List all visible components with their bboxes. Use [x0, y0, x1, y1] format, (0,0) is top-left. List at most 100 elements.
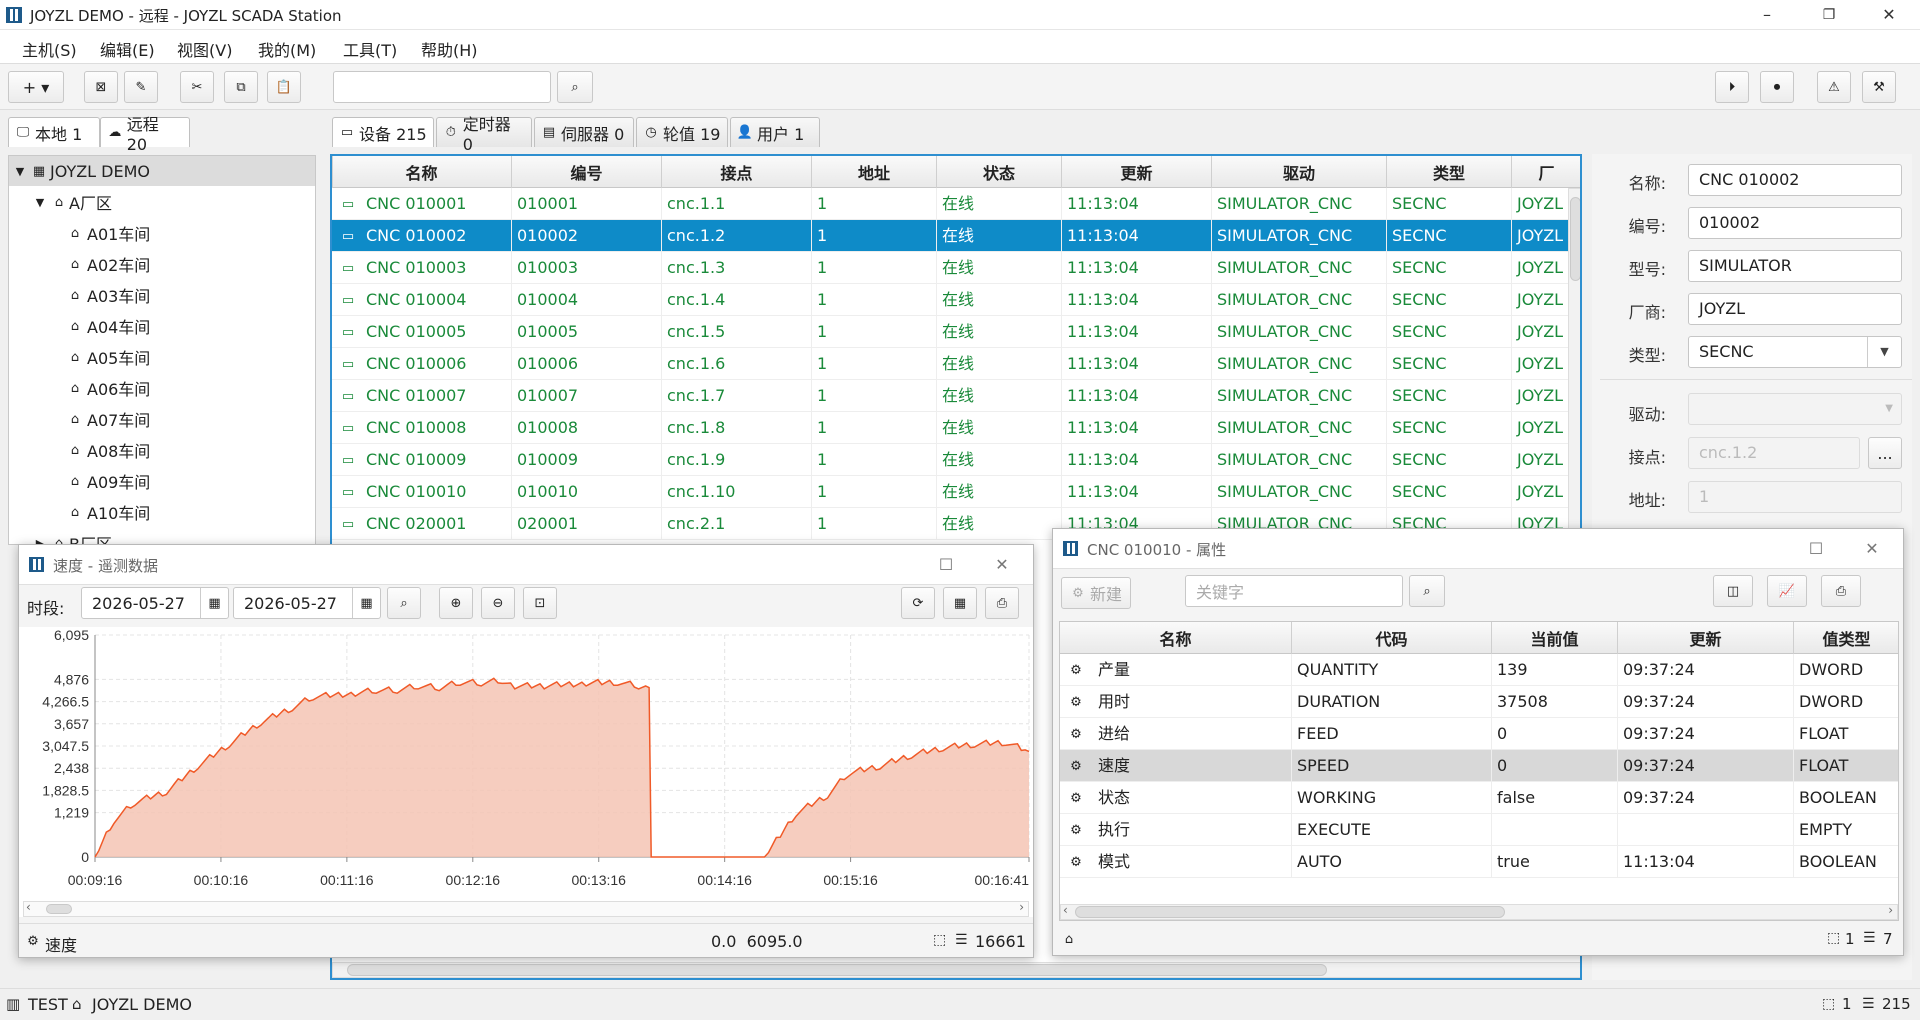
table-row[interactable]: CNC 010003 010003 cnc.1.3 1 在线 11:13:04 SIMULA…: [332, 252, 1568, 284]
close-button[interactable]: ✕: [1866, 0, 1912, 30]
menu-tools[interactable]: 工具(T): [343, 37, 397, 61]
menu-edit[interactable]: 编辑(E): [100, 37, 155, 61]
tree-workshop[interactable]: ⌂ A06车间: [9, 373, 315, 403]
zoom-in-button[interactable]: ⊕: [439, 587, 473, 619]
table-row[interactable]: CNC 010005 010005 cnc.1.5 1 在线 11:13:04 SIMULA…: [332, 316, 1568, 348]
alarm-button[interactable]: ⚠: [1817, 71, 1851, 103]
chart-button[interactable]: 📈: [1767, 575, 1807, 607]
expand-icon[interactable]: ▼: [29, 196, 51, 209]
maximize-button[interactable]: ❐: [1806, 0, 1852, 30]
tab-devices[interactable]: ▭ 设备 215: [332, 117, 434, 147]
tree-workshop[interactable]: ⌂ A01车间: [9, 218, 315, 248]
tree-workshop[interactable]: ⌂ A09车间: [9, 466, 315, 496]
table-row[interactable]: CNC 010007 010007 cnc.1.7 1 在线 11:13:04 SIMULA…: [332, 380, 1568, 412]
type-select[interactable]: SECNC ▼: [1688, 336, 1902, 368]
panel-button[interactable]: ◫: [1713, 575, 1753, 607]
delete-button[interactable]: ⊠: [84, 71, 118, 103]
tree-workshop[interactable]: ⌂ A08车间: [9, 435, 315, 465]
table-row[interactable]: 用时 DURATION 37508 09:37:24 DWORD ⚙: [1060, 686, 1898, 718]
tree-workshop[interactable]: ⌂ A02车间: [9, 249, 315, 279]
telemetry-titlebar[interactable]: 速度 - 遥测数据 ☐ ✕: [19, 545, 1033, 585]
scroll-right-icon[interactable]: ›: [1019, 900, 1024, 914]
maximize-button[interactable]: ☐: [931, 550, 961, 580]
add-button[interactable]: + ▾: [8, 71, 64, 103]
tree-workshop[interactable]: ⌂ A04车间: [9, 311, 315, 341]
table-view-button[interactable]: ▦: [943, 587, 977, 619]
column-header[interactable]: 接点: [662, 156, 812, 188]
column-header[interactable]: 驱动: [1212, 156, 1387, 188]
tree-area-a[interactable]: ▼ ⌂ A厂区: [9, 187, 315, 217]
column-header[interactable]: 编号: [512, 156, 662, 188]
vendor-field[interactable]: JOYZL: [1688, 293, 1902, 325]
name-field[interactable]: CNC 010002: [1688, 164, 1902, 196]
column-header[interactable]: 更新: [1618, 622, 1794, 654]
zoom-fit-button[interactable]: ⊡: [523, 587, 557, 619]
table-row[interactable]: CNC 010009 010009 cnc.1.9 1 在线 11:13:04 SIMULA…: [332, 444, 1568, 476]
table-row[interactable]: 执行 EXECUTE EMPTY ⚙: [1060, 814, 1898, 846]
column-header[interactable]: 代码: [1292, 622, 1492, 654]
close-button[interactable]: ✕: [987, 550, 1017, 580]
cut-button[interactable]: ✂: [180, 71, 214, 103]
tab-remote[interactable]: ☁ 远程 20: [100, 115, 190, 154]
stop-button[interactable]: ⏺: [1760, 71, 1794, 103]
column-header[interactable]: 名称: [1060, 622, 1292, 654]
dropdown-arrow-icon[interactable]: ▼: [1867, 337, 1901, 367]
date-to[interactable]: 2026-05-27 ▦: [233, 587, 381, 619]
node-browse-button[interactable]: ...: [1868, 437, 1902, 469]
scroll-thumb[interactable]: [46, 904, 72, 914]
refresh-button[interactable]: ⟳: [901, 587, 935, 619]
minimize-button[interactable]: –: [1744, 0, 1790, 30]
edit-button[interactable]: ✎: [124, 71, 158, 103]
scroll-thumb[interactable]: [1075, 906, 1505, 918]
menu-help[interactable]: 帮助(H): [421, 37, 478, 61]
code-field[interactable]: 010002: [1688, 207, 1902, 239]
expand-icon[interactable]: ▼: [9, 165, 31, 178]
date-from[interactable]: 2026-05-27 ▦: [81, 587, 229, 619]
table-row[interactable]: CNC 010006 010006 cnc.1.6 1 在线 11:13:04 SIMULA…: [332, 348, 1568, 380]
keyword-input[interactable]: 关键字: [1185, 575, 1403, 607]
menu-mine[interactable]: 我的(M): [258, 37, 316, 61]
calendar-icon[interactable]: ▦: [352, 588, 380, 618]
table-row[interactable]: CNC 010008 010008 cnc.1.8 1 在线 11:13:04 SIMULA…: [332, 412, 1568, 444]
export-button[interactable]: ⎙: [1821, 575, 1861, 607]
table-row[interactable]: CNC 010001 010001 cnc.1.1 1 在线 11:13:04 SIMULA…: [332, 188, 1568, 220]
tab-users[interactable]: 👤 用户 1: [730, 117, 820, 147]
tab-servers[interactable]: ▤ 伺服器 0: [534, 117, 634, 147]
tools-button[interactable]: ⚒: [1862, 71, 1896, 103]
tree-root[interactable]: ▼ ▦ JOYZL DEMO: [9, 156, 315, 186]
search-button[interactable]: ⌕: [557, 71, 593, 103]
column-header[interactable]: 更新: [1062, 156, 1212, 188]
column-header[interactable]: 值类型: [1794, 622, 1898, 654]
table-row[interactable]: 速度 SPEED 0 09:37:24 FLOAT ⚙: [1060, 750, 1898, 782]
scroll-left-icon[interactable]: ‹: [1063, 903, 1068, 917]
column-header[interactable]: 当前值: [1492, 622, 1618, 654]
scroll-thumb[interactable]: [347, 964, 1327, 976]
scroll-right-icon[interactable]: ›: [1888, 903, 1893, 917]
tab-timers[interactable]: ⏱ 定时器 0: [436, 115, 532, 154]
tab-shifts[interactable]: ◷ 轮值 19: [636, 117, 728, 147]
table-row[interactable]: 状态 WORKING false 09:37:24 BOOLEAN ⚙: [1060, 782, 1898, 814]
table-row[interactable]: 模式 AUTO true 11:13:04 BOOLEAN ⚙: [1060, 846, 1898, 878]
table-row[interactable]: CNC 010010 010010 cnc.1.10 1 在线 11:13:04 SIMUL…: [332, 476, 1568, 508]
tree-workshop[interactable]: ⌂ A10车间: [9, 497, 315, 527]
tree-area-b[interactable]: ▶ ⌂ B厂区: [9, 528, 315, 544]
menu-view[interactable]: 视图(V): [177, 37, 232, 61]
play-button[interactable]: ⏵: [1715, 71, 1749, 103]
query-button[interactable]: ⌕: [387, 587, 421, 619]
keyword-search-button[interactable]: ⌕: [1409, 575, 1445, 607]
scroll-thumb[interactable]: [1570, 197, 1580, 281]
close-button[interactable]: ✕: [1857, 534, 1887, 564]
tree-workshop[interactable]: ⌂ A05车间: [9, 342, 315, 372]
attribute-titlebar[interactable]: CNC 010010 - 属性 ☐ ✕: [1053, 529, 1903, 569]
search-input[interactable]: [333, 71, 551, 103]
column-header[interactable]: 名称: [332, 156, 512, 188]
model-field[interactable]: SIMULATOR: [1688, 250, 1902, 282]
table-row[interactable]: 产量 QUANTITY 139 09:37:24 DWORD ⚙: [1060, 654, 1898, 686]
zoom-out-button[interactable]: ⊖: [481, 587, 515, 619]
maximize-button[interactable]: ☐: [1801, 534, 1831, 564]
chart-scrollbar[interactable]: ‹ ›: [23, 900, 1029, 917]
column-header[interactable]: 地址: [812, 156, 937, 188]
table-row[interactable]: 进给 FEED 0 09:37:24 FLOAT ⚙: [1060, 718, 1898, 750]
tree-workshop[interactable]: ⌂ A03车间: [9, 280, 315, 310]
table-row[interactable]: CNC 010004 010004 cnc.1.4 1 在线 11:13:04 SIMULA…: [332, 284, 1568, 316]
